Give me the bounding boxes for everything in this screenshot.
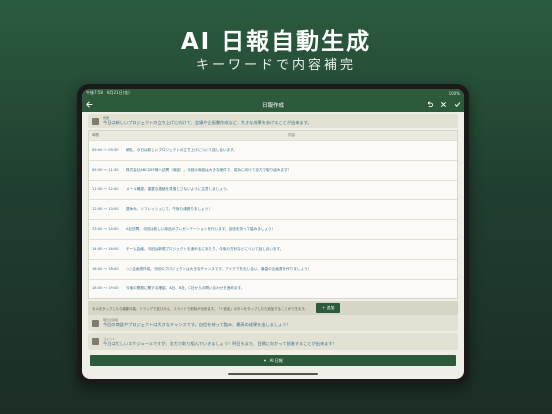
hint-bar: セルをタップしたら編集可能、ドラッグで並びかえ、スライドで削除が出来ます。「+追…	[88, 301, 458, 316]
ai-report-label: AI 日報	[269, 357, 283, 363]
table-row[interactable]: 14:00 〜 16:00 チーム会議。今回は新規プロジェクトを進めるにあたり、…	[89, 238, 457, 259]
column-header-time: 時間	[92, 133, 99, 137]
row-text: 昼休み。リフレッシュして、午後も頑張りましょう！	[126, 207, 212, 212]
row-text: チーム会議。今回は新規プロジェクトを進めるにあたり、今後の方針などについて話し合…	[126, 246, 284, 251]
hero-title: AI 日報自動生成	[180, 29, 372, 55]
add-row-button[interactable]: ＋ 追加	[315, 303, 341, 314]
row-time: 18:00 〜 19:00	[92, 286, 119, 291]
page-title: 日報作成	[261, 102, 284, 109]
table-header: 時間 内容	[89, 131, 457, 140]
row-text: 株式会社ABCDEF様へ訪問（商談）。今回の商談は大きな案件で、成功に向けて全力…	[126, 167, 292, 172]
row-time: 12:00 〜 13:00	[92, 207, 119, 212]
undo-icon[interactable]	[422, 98, 436, 112]
row-text: ○○企画書作成。今回のプロジェクトは大きなチャンスです。アイデアを出し合い、最高…	[126, 266, 312, 271]
summary-text: 今日は新しいプロジェクトの立ち上げに向けて、会議や企画書作成など、大きな成果をあ…	[103, 120, 312, 125]
comment-card[interactable]: コメント 今日は忙しいスケジュールですが、全力で取り組んでいきましょう！明日もま…	[88, 333, 458, 351]
hint-text: セルをタップしたら編集可能、ドラッグで並びかえ、スライドで削除が出来ます。「+追…	[92, 306, 308, 311]
row-time: 11:30 〜 12:00	[92, 187, 119, 192]
row-time: 14:00 〜 16:00	[92, 246, 119, 251]
column-header-content: 内容	[288, 133, 295, 137]
goal-card[interactable]: 明日の目標 今回の商談やプロジェクトは大きなチャンスです。自信を持って臨み、最高…	[88, 315, 458, 332]
table-row[interactable]: 16:00 〜 18:00 ○○企画書作成。今回のプロジェクトは大きなチャンスで…	[89, 258, 457, 279]
flag-icon	[92, 319, 99, 327]
schedule-table: 時間 内容 09:00 〜 09:30 朝礼。今日は新しいプロジェクトの立ち上げ…	[88, 130, 458, 300]
battery-indicator: 100%	[448, 90, 460, 96]
row-text: A社訪問。今回は新しい商品のプレゼンテーションを行います。自信を持って臨みましょ…	[126, 227, 276, 232]
row-time: 09:30 〜 11:30	[92, 167, 119, 172]
row-text: 今後の業務に関する確認。A社、B社、C社からの問い合わせを進めます。	[126, 286, 245, 291]
row-text: メール確認。重要な連絡を見落とさないように注意しましょう。	[126, 187, 230, 192]
table-row[interactable]: 13:00 〜 14:00 A社訪問。今回は新しい商品のプレゼンテーションを行い…	[89, 219, 457, 239]
row-time: 16:00 〜 18:00	[92, 266, 119, 271]
goal-text: 今回の商談やプロジェクトは大きなチャンスです。自信を持って臨み、最高の成果を出し…	[103, 322, 291, 328]
sparkle-icon: ✦	[263, 358, 267, 363]
app-screen: 午後7:58 8月21日(金) 100% 日報作成 概要 今日は新しいプロジェク…	[82, 89, 464, 379]
comment-text: 今日は忙しいスケジュールですが、全力で取り組んでいきましょう！明日もまた、目標に…	[103, 340, 337, 346]
row-text: 朝礼。今日は新しいプロジェクトの立ち上げについて話し合います。	[126, 147, 237, 152]
status-time: 午後7:58 8月21日(金)	[86, 90, 130, 95]
report-content: 概要 今日は新しいプロジェクトの立ち上げに向けて、会議や企画書作成など、大きな成…	[82, 112, 464, 354]
status-bar: 午後7:58 8月21日(金) 100%	[82, 89, 464, 97]
ai-report-button[interactable]: ✦ AI 日報	[90, 355, 456, 366]
row-time: 13:00 〜 14:00	[92, 227, 119, 232]
comment-icon	[92, 338, 99, 346]
table-row[interactable]: 18:00 〜 19:00 今後の業務に関する確認。A社、B社、C社からの問い合…	[89, 278, 457, 299]
check-icon[interactable]	[450, 98, 464, 112]
nav-bar: 日報作成	[82, 97, 464, 112]
row-time: 09:00 〜 09:30	[92, 147, 119, 152]
summary-card[interactable]: 概要 今日は新しいプロジェクトの立ち上げに向けて、会議や企画書作成など、大きな成…	[88, 114, 458, 128]
table-row[interactable]: 11:30 〜 12:00 メール確認。重要な連絡を見落とさないように注意しまし…	[89, 179, 457, 200]
home-indicator[interactable]	[228, 373, 318, 375]
table-row[interactable]: 09:30 〜 11:30 株式会社ABCDEF様へ訪問（商談）。今回の商談は大…	[89, 159, 457, 180]
tablet-frame: 午後7:58 8月21日(金) 100% 日報作成 概要 今日は新しいプロジェク…	[77, 84, 469, 384]
hero-subtitle: キーワードで内容補完	[195, 58, 356, 73]
table-row[interactable]: 12:00 〜 13:00 昼休み。リフレッシュして、午後も頑張りましょう！	[89, 199, 457, 219]
table-row[interactable]: 09:00 〜 09:30 朝礼。今日は新しいプロジェクトの立ち上げについて話し…	[89, 140, 457, 160]
document-icon	[92, 117, 99, 125]
back-arrow-icon[interactable]	[82, 98, 96, 112]
close-icon[interactable]	[436, 98, 450, 112]
